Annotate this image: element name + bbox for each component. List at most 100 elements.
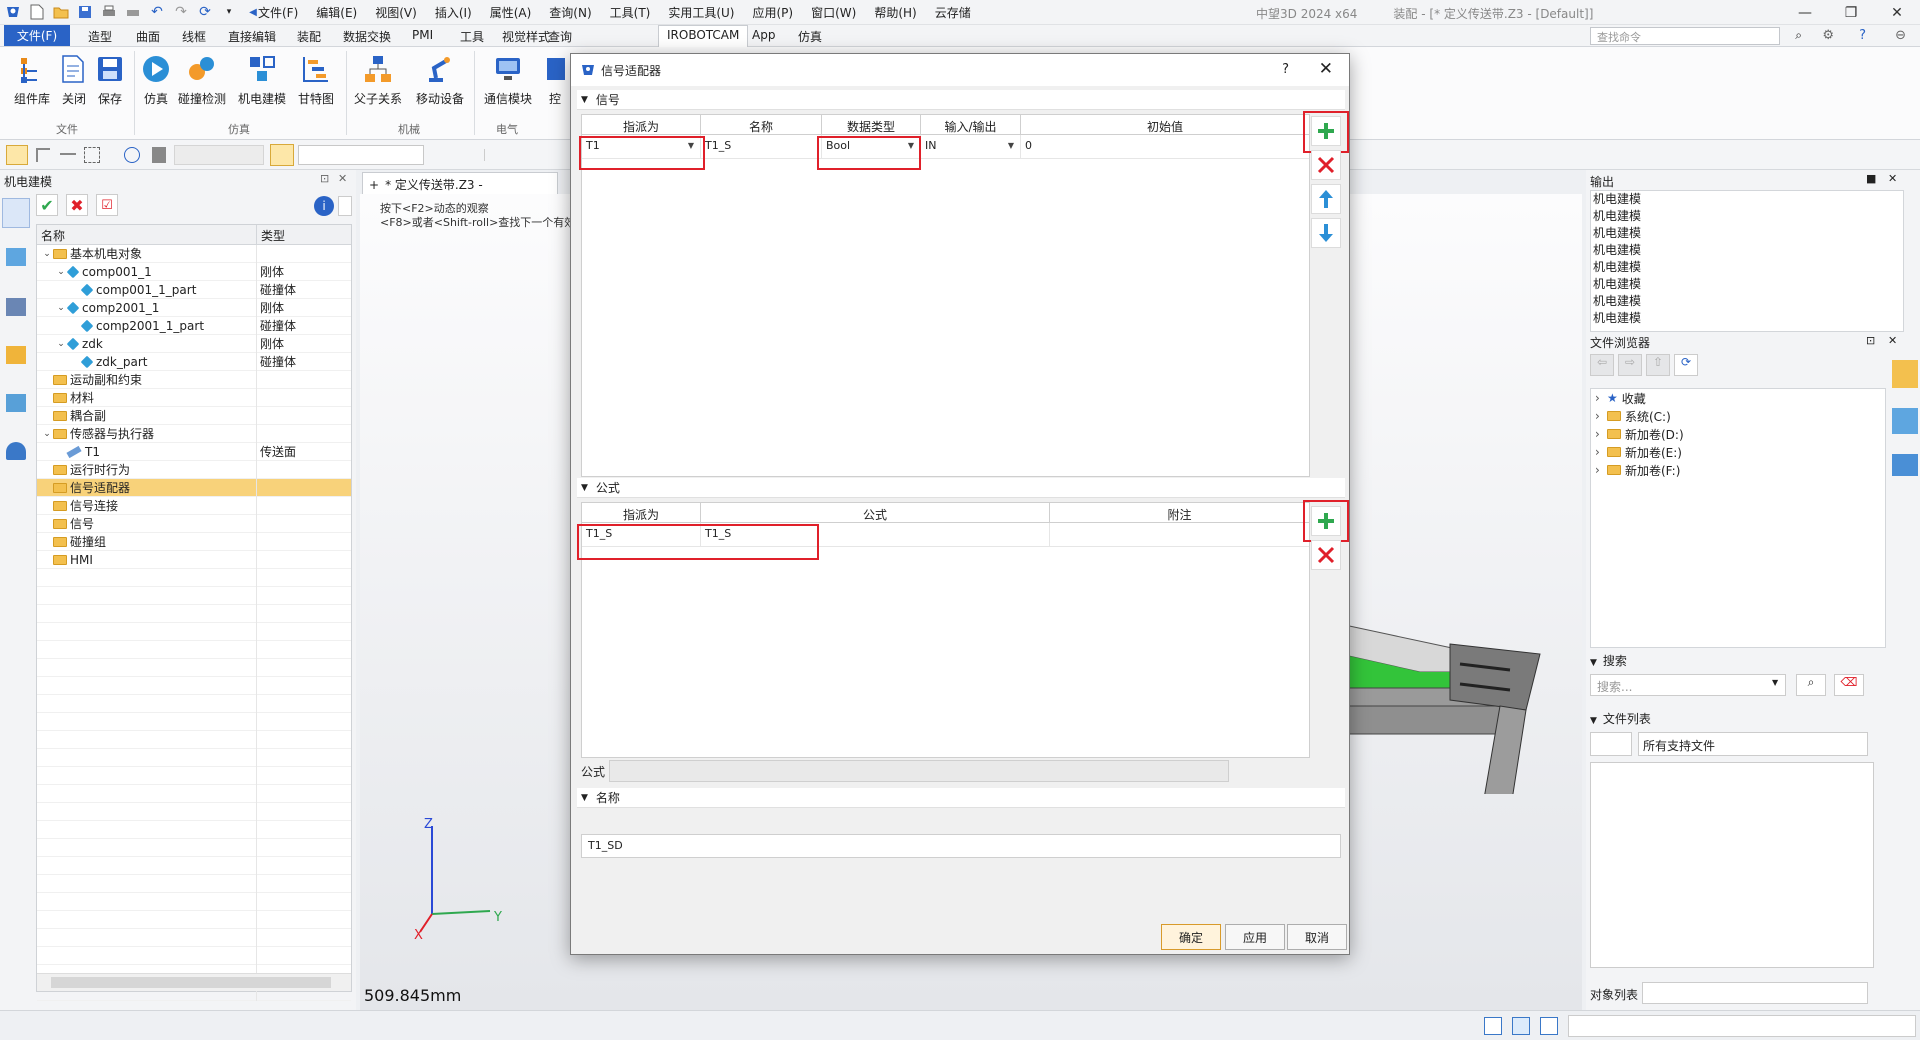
parent-child-button[interactable]: 父子关系 — [354, 53, 402, 107]
name-input[interactable]: T1_SD — [581, 834, 1341, 858]
signal-name-field[interactable]: T1_S — [701, 135, 822, 158]
col-assign[interactable]: 指派为 — [582, 115, 701, 134]
tab-simulation[interactable]: 仿真 — [798, 28, 822, 45]
up-icon[interactable]: ⇧ — [1646, 354, 1670, 376]
formula-expression-field[interactable] — [609, 760, 1229, 782]
tree-row[interactable]: ⌄ comp001_1 刚体 — [37, 262, 351, 281]
controller-button[interactable]: 控 — [544, 53, 566, 107]
menu-edit[interactable]: 编辑(E) — [316, 4, 357, 21]
assembly-tab-icon[interactable] — [6, 248, 26, 266]
tab-repair[interactable]: PMI — [412, 28, 433, 42]
tree-row[interactable]: HMI — [37, 550, 351, 569]
menu-apps[interactable]: 应用(P) — [753, 4, 794, 21]
col-datatype[interactable]: 数据类型 — [822, 115, 921, 134]
tab-direct-edit[interactable]: 直接编辑 — [228, 28, 276, 45]
filter-icon[interactable] — [152, 147, 166, 163]
dialog-title-bar[interactable]: 信号适配器 — [571, 54, 1349, 86]
minimize-icon[interactable]: — — [1782, 0, 1828, 25]
add-formula-button[interactable] — [1311, 506, 1341, 536]
ok-button[interactable]: 确定 — [1161, 924, 1221, 950]
tab-app[interactable]: App — [752, 28, 775, 42]
chevron-down-icon[interactable]: ▾ — [220, 3, 238, 21]
line-icon[interactable] — [60, 153, 76, 155]
ribbon-collapse-icon[interactable]: ⊖ — [1895, 28, 1906, 43]
col-note[interactable]: 附注 — [1050, 503, 1309, 522]
tree-row[interactable]: 耦合副 — [37, 406, 351, 425]
network-tab-icon[interactable] — [6, 298, 26, 316]
folder-side-icon[interactable] — [1892, 360, 1918, 388]
box-tab-icon[interactable] — [6, 346, 26, 364]
tree-row[interactable]: comp001_1_part 碰撞体 — [37, 280, 351, 299]
browser-item[interactable]: › 新加卷(E:) — [1591, 443, 1885, 461]
browser-item[interactable]: › 新加卷(D:) — [1591, 425, 1885, 443]
col-initial-value[interactable]: 初始值 — [1021, 115, 1309, 134]
pick-filter-icon[interactable] — [36, 148, 50, 162]
collision-detect-button[interactable]: 碰撞检测 — [178, 53, 226, 107]
gantt-chart-button[interactable]: 甘特图 — [294, 53, 338, 107]
expand-chevron-icon[interactable]: › — [1595, 427, 1607, 441]
tab-tools[interactable]: 视觉样式 — [502, 28, 550, 45]
move-device-button[interactable]: 移动设备 — [416, 53, 464, 107]
tab-surface[interactable]: 曲面 — [136, 28, 160, 45]
browser-item[interactable]: › 系统(C:) — [1591, 407, 1885, 425]
back-icon[interactable]: ⇦ — [1590, 354, 1614, 376]
view-mode-icon[interactable] — [1590, 732, 1632, 756]
tree-row[interactable]: 材料 — [37, 388, 351, 407]
menu-view[interactable]: 视图(V) — [375, 4, 417, 21]
expand-chevron-icon[interactable]: ⌄ — [41, 429, 53, 439]
col-formula-assign[interactable]: 指派为 — [582, 503, 701, 522]
save-button[interactable]: 保存 — [88, 53, 132, 107]
browser-pin-icon[interactable]: ⊡ — [1866, 334, 1875, 347]
expand-chevron-icon[interactable]: ⌄ — [55, 303, 67, 313]
component-library-button[interactable]: 组件库 — [10, 53, 54, 107]
tab-pmi[interactable]: 工具 — [460, 28, 484, 45]
delete-formula-button[interactable] — [1311, 540, 1341, 570]
circle-select-icon[interactable] — [124, 147, 140, 163]
communication-module-button[interactable]: 通信模块 — [484, 53, 532, 107]
signal-initial-field[interactable]: 0 — [1021, 135, 1309, 158]
cancel-button[interactable]: 取消 — [1287, 924, 1347, 950]
formula-note-field[interactable] — [1050, 523, 1309, 546]
browser-close-icon[interactable]: ✕ — [1888, 334, 1897, 347]
filter-dropdown[interactable] — [174, 145, 264, 165]
layers-side-icon[interactable] — [1892, 454, 1918, 476]
view-dropdown[interactable] — [298, 145, 424, 165]
column-name[interactable]: 名称 — [37, 225, 257, 244]
status-view3-icon[interactable] — [1540, 1017, 1558, 1035]
help-icon[interactable]: ? — [1859, 28, 1866, 43]
col-formula[interactable]: 公式 — [701, 503, 1050, 522]
confirm-check-icon[interactable]: ✔ — [36, 194, 58, 216]
menu-tools[interactable]: 工具(T) — [610, 4, 651, 21]
tab-assembly[interactable]: 装配 — [297, 28, 321, 45]
delete-signal-button[interactable] — [1311, 150, 1341, 180]
undo-icon[interactable]: ↶ — [148, 3, 166, 21]
tree-row[interactable]: zdk_part 碰撞体 — [37, 352, 351, 371]
dialog-close-icon[interactable]: ✕ — [1319, 59, 1333, 79]
tree-row[interactable]: 信号 — [37, 514, 351, 533]
file-type-filter[interactable]: 所有支持文件 — [1638, 732, 1868, 756]
pin-icon[interactable]: ⊡ — [320, 172, 329, 185]
print-preview-icon[interactable] — [124, 3, 142, 21]
tree-row[interactable]: ⌄ zdk 刚体 — [37, 334, 351, 353]
document-tab[interactable]: +* 定义传送带.Z3 - [Default]✕ — [362, 172, 558, 207]
status-view2-icon[interactable] — [1512, 1017, 1530, 1035]
column-type[interactable]: 类型 — [257, 225, 351, 244]
col-name[interactable]: 名称 — [701, 115, 822, 134]
panel-close-icon[interactable]: ✕ — [338, 172, 347, 185]
expand-chevron-icon[interactable]: › — [1595, 409, 1607, 423]
redo-icon[interactable]: ↷ — [172, 3, 190, 21]
browser-item[interactable]: › 新加卷(F:) — [1591, 461, 1885, 479]
mechatronics-tab-icon[interactable] — [2, 198, 30, 228]
add-tab-icon[interactable]: + — [369, 178, 379, 192]
tree-row[interactable]: 信号连接 — [37, 496, 351, 515]
image-side-icon[interactable] — [1892, 408, 1918, 434]
menu-window[interactable]: 窗口(W) — [811, 4, 856, 21]
move-down-button[interactable] — [1311, 218, 1341, 248]
conveyor-model[interactable] — [1340, 614, 1580, 794]
tree-row[interactable]: ⌄ 基本机电对象 — [37, 244, 351, 263]
image-tab-icon[interactable] — [6, 394, 26, 412]
save-icon[interactable] — [76, 3, 94, 21]
print-icon[interactable] — [100, 3, 118, 21]
name-section-header[interactable]: ▼ 名称 — [577, 788, 1345, 808]
status-view1-icon[interactable] — [1484, 1017, 1502, 1035]
